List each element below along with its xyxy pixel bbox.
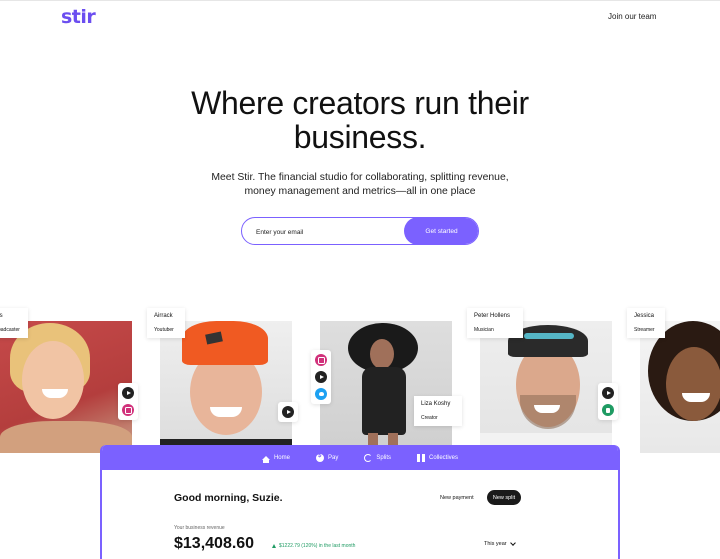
social-links-4 (598, 383, 618, 420)
collectives-icon (417, 453, 425, 462)
dashboard-preview: Home Pay Splits Collectives Good morning… (100, 445, 620, 559)
email-input[interactable] (256, 225, 396, 239)
revenue-amount: $13,408.60 (174, 535, 255, 552)
creator-card-2: Airrack Youtuber (147, 308, 185, 338)
get-started-button[interactable]: Get started (404, 218, 478, 244)
hero-subtitle: Meet Stir. The financial studio for coll… (211, 172, 509, 197)
revenue-label: Your business revenue (174, 525, 225, 531)
creator-card-4: Peter Hollens Musician (467, 308, 523, 338)
dashboard-nav: Home Pay Splits Collectives (102, 445, 618, 470)
email-signup-form: Get started (241, 217, 479, 245)
youtube-icon[interactable] (282, 406, 294, 418)
new-split-button[interactable]: New split (487, 490, 521, 505)
join-our-team-link[interactable]: Join our team (608, 12, 656, 21)
social-links-2 (278, 402, 298, 422)
creator-photo-1 (0, 321, 132, 453)
pay-icon (315, 453, 324, 462)
nav-splits[interactable]: Splits (364, 453, 391, 462)
creator-card-3: Liza Koshy Creator (414, 396, 462, 426)
twitter-icon[interactable] (315, 388, 327, 400)
top-bar: stir Join our team (0, 0, 720, 32)
creator-photo-2 (160, 321, 292, 453)
revenue-change: $1222.79 (120%) in the last month (272, 543, 355, 549)
social-links-1 (118, 383, 138, 420)
splits-icon (364, 453, 373, 462)
creator-photo-5 (640, 321, 720, 453)
creator-card-5: Jessica Streamer (627, 308, 665, 338)
youtube-icon[interactable] (122, 387, 134, 399)
instagram-icon[interactable] (122, 404, 134, 416)
home-icon (261, 455, 270, 463)
up-arrow-icon (272, 544, 276, 548)
instagram-icon[interactable] (315, 354, 327, 366)
stir-logo[interactable]: stir (61, 6, 96, 28)
creator-photo-4 (480, 321, 612, 453)
nav-pay[interactable]: Pay (315, 453, 338, 462)
youtube-icon[interactable] (602, 387, 614, 399)
new-payment-button[interactable]: New payment (434, 490, 480, 505)
chevron-down-icon (509, 540, 516, 546)
creator-card-1: ans Broadcaster (0, 308, 28, 338)
shopify-icon[interactable] (602, 404, 614, 416)
youtube-icon[interactable] (315, 371, 327, 383)
period-select[interactable]: This year (478, 537, 521, 551)
creator-photo-3 (320, 321, 452, 453)
hero-title: Where creators run their business. (191, 85, 529, 155)
social-links-3 (311, 350, 331, 404)
nav-collectives[interactable]: Collectives (417, 453, 458, 462)
nav-home[interactable]: Home (261, 455, 290, 463)
greeting: Good morning, Suzie. (174, 492, 283, 504)
